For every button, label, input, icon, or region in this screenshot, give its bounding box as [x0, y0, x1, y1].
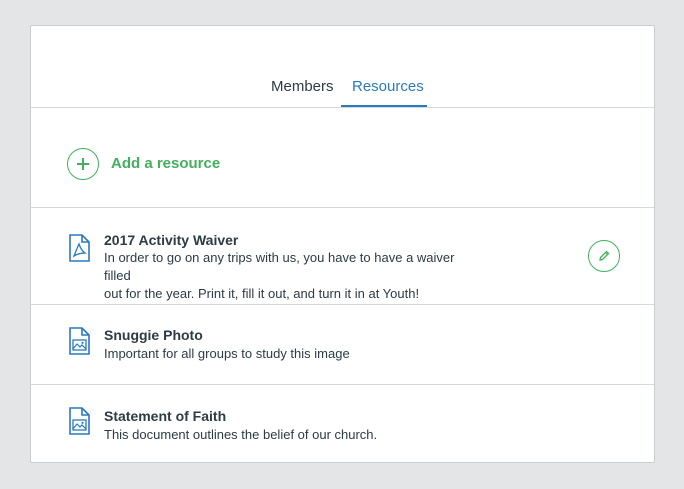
add-resource-button[interactable]: [67, 148, 99, 180]
resource-description: Important for all groups to study this i…: [104, 345, 484, 363]
image-document-icon: [69, 327, 90, 355]
resource-description: This document outlines the belief of our…: [104, 426, 484, 444]
resource-title[interactable]: Snuggie Photo: [104, 327, 203, 343]
resource-item: 2017 Activity Waiver In order to go on a…: [31, 207, 654, 305]
pencil-icon: [599, 250, 610, 261]
resource-description-line: In order to go on any trips with us, you…: [104, 250, 455, 283]
tab-members[interactable]: Members: [271, 78, 334, 95]
image-document-icon: [69, 407, 90, 435]
edit-resource-button[interactable]: [588, 240, 620, 272]
resource-title[interactable]: 2017 Activity Waiver: [104, 232, 238, 248]
window-background: Members Resources Add a resource 2017 Ac…: [0, 0, 684, 489]
tab-resources[interactable]: Resources: [352, 78, 424, 95]
resource-description-line: This document outlines the belief of our…: [104, 427, 378, 442]
group-resources-panel: Members Resources Add a resource 2017 Ac…: [30, 25, 655, 463]
tab-bar: Members Resources: [31, 26, 654, 108]
add-resource-label[interactable]: Add a resource: [111, 155, 220, 172]
resource-description-line: out for the year. Print it, fill it out,…: [104, 286, 420, 301]
plus-circle-icon: [77, 158, 89, 170]
resource-item: Snuggie Photo Important for all groups t…: [31, 305, 654, 385]
add-resource-row: Add a resource: [31, 107, 654, 208]
resource-description-line: Important for all groups to study this i…: [104, 346, 350, 361]
pdf-document-icon: [69, 234, 90, 262]
resource-item: Statement of Faith This document outline…: [31, 385, 654, 464]
resource-description: In order to go on any trips with us, you…: [104, 249, 484, 303]
resource-title[interactable]: Statement of Faith: [104, 408, 226, 424]
